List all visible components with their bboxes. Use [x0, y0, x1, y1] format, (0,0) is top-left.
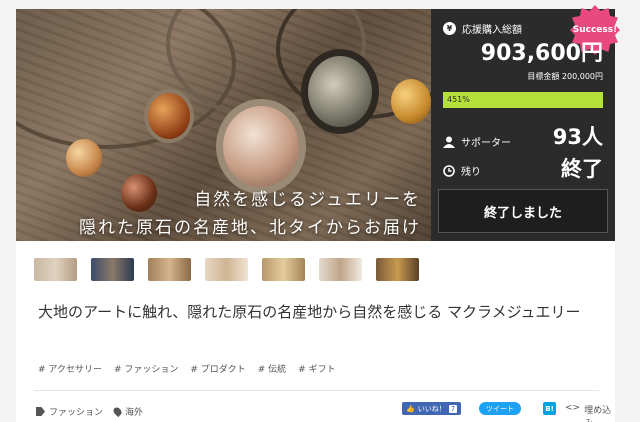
garnet-bead [121, 174, 157, 212]
tag-link[interactable]: # アクセサリー [38, 362, 102, 375]
tag-icon [36, 407, 45, 416]
category-link[interactable]: ファッション [36, 405, 103, 418]
thumbnail-strip [34, 258, 419, 281]
supporters-label: サポーター [461, 138, 511, 149]
tag-link[interactable]: # ファッション [114, 362, 178, 375]
funding-label-row: ¥ 応援購入総額 [443, 21, 522, 36]
tag-link[interactable]: # 伝統 [258, 362, 286, 375]
tweet-label: ツイート [486, 404, 514, 413]
thumbnail[interactable] [91, 258, 134, 281]
twitter-tweet-button[interactable]: ツイート [479, 402, 521, 415]
amber-bead [391, 79, 431, 124]
goal-amount: 目標金額 200,000円 [527, 72, 603, 81]
thumbnail[interactable] [205, 258, 248, 281]
facebook-like-count: 7 [448, 404, 458, 413]
funding-label: 応援購入総額 [462, 25, 522, 36]
supporters-value: 93人 [552, 125, 603, 149]
funding-amount: 903,600円 [480, 41, 603, 66]
code-icon: <> [565, 403, 581, 413]
supporters-row: サポーター [443, 134, 511, 149]
project-card: 自然を感じるジュエリーを 隠れた原石の名産地、北タイからお届け Success!… [16, 5, 620, 422]
amber-bead [66, 139, 102, 177]
quartz-pendant [216, 99, 306, 194]
progress-bar: 451% [443, 92, 603, 108]
hero-image[interactable]: 自然を感じるジュエリーを 隠れた原石の名産地、北タイからお届け [16, 9, 431, 241]
progress-label: 451% [447, 95, 470, 104]
hero-caption-line2: 隠れた原石の名産地、北タイからお届け [79, 218, 421, 238]
remaining-row: 残り [443, 163, 481, 178]
person-icon [443, 136, 455, 148]
progress-fill: 451% [443, 92, 603, 108]
phantom-quartz-pendant [301, 49, 379, 134]
thumbnail[interactable] [148, 258, 191, 281]
remaining-label: 残り [461, 167, 481, 178]
category-label: ファッション [49, 408, 104, 418]
thumbnail[interactable] [34, 258, 77, 281]
hero-caption-line1: 自然を感じるジュエリーを [194, 190, 421, 210]
thumbs-up-icon: 👍 [406, 404, 415, 413]
location-link[interactable]: 海外 [111, 405, 144, 418]
embed-label: 埋め込み [584, 406, 612, 422]
clock-icon [443, 164, 455, 177]
facebook-like-button[interactable]: 👍 いいね！ 7 [402, 402, 462, 415]
project-title: 大地のアートに触れ、隠れた原石の名産地から自然を感じる マクラメジュエリー [38, 303, 581, 321]
finished-button[interactable]: 終了しました [438, 189, 608, 233]
amber-stone [144, 89, 194, 143]
divider [34, 390, 599, 391]
facebook-like-label: いいね！ [417, 404, 446, 413]
embed-button[interactable]: <> 埋め込み [565, 403, 615, 422]
thumbnail[interactable] [319, 258, 362, 281]
thumbnail[interactable] [376, 258, 419, 281]
tag-list: # アクセサリー # ファッション # プロダクト # 伝統 # ギフト [38, 362, 336, 375]
map-pin-icon [111, 405, 124, 418]
remaining-value: 終了 [561, 157, 603, 181]
thumbnail[interactable] [262, 258, 305, 281]
tag-link[interactable]: # ギフト [298, 362, 335, 375]
yen-icon: ¥ [443, 22, 456, 35]
funding-panel: Success! ¥ 応援購入総額 903,600円 目標金額 200,000円… [431, 5, 620, 241]
tag-link[interactable]: # プロダクト [190, 362, 245, 375]
hatena-bookmark-button[interactable]: B! [543, 402, 556, 415]
location-label: 海外 [125, 408, 144, 418]
